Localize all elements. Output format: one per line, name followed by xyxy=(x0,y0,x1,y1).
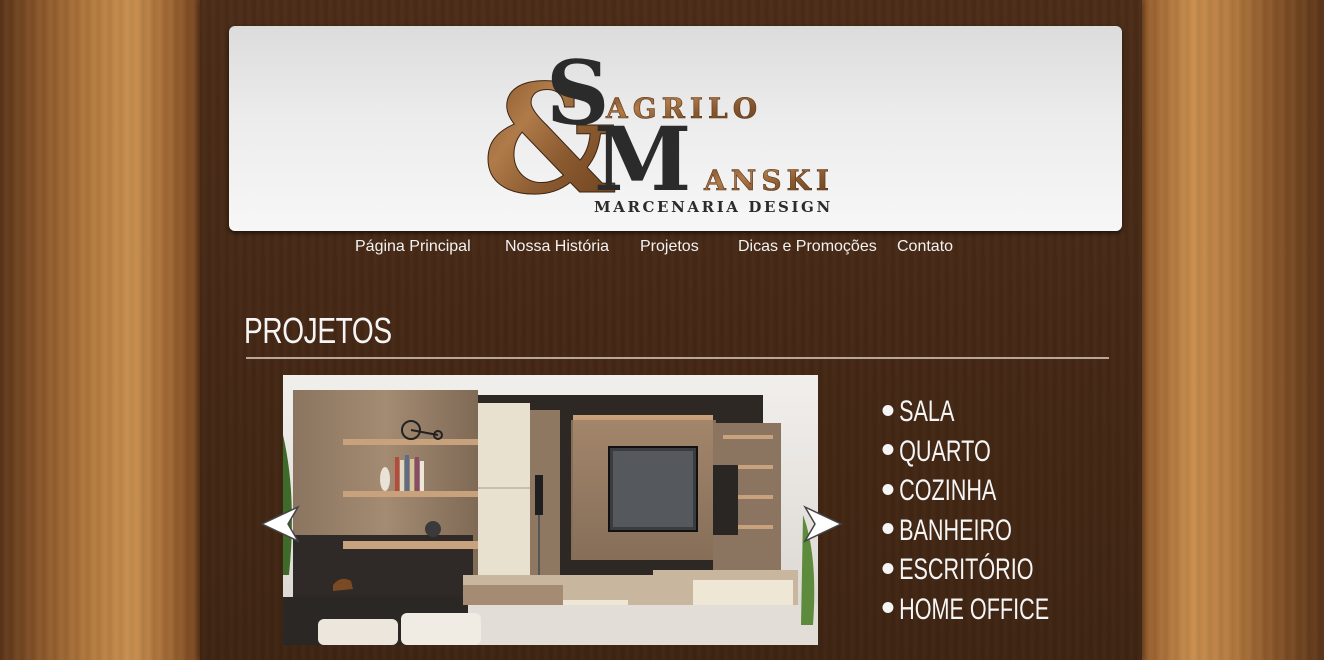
project-categories: SALA QUARTO COZINHA BANHEIRO ESCRITÓRIO … xyxy=(882,393,1113,631)
company-logo[interactable]: & S AGRILO M ANSKI MARCENARIA DESIGN xyxy=(484,42,884,217)
bullet-icon xyxy=(882,602,894,614)
nav-item-projetos[interactable]: Projetos xyxy=(640,238,699,256)
previous-arrow-icon[interactable] xyxy=(260,505,300,543)
category-cozinha[interactable]: COZINHA xyxy=(882,472,1049,512)
bullet-icon xyxy=(882,523,894,535)
page-title: PROJETOS xyxy=(244,310,392,351)
bullet-icon xyxy=(882,562,894,574)
bullet-icon xyxy=(882,444,894,456)
header-banner: & S AGRILO M ANSKI MARCENARIA DESIGN xyxy=(229,26,1122,231)
category-sala[interactable]: SALA xyxy=(882,393,1049,433)
slideshow-image xyxy=(283,375,818,645)
nav-item-nossa-historia[interactable]: Nossa História xyxy=(505,238,609,256)
logo-word-anski: ANSKI xyxy=(703,164,834,197)
category-label: QUARTO xyxy=(899,434,991,468)
next-arrow-icon[interactable] xyxy=(803,505,843,543)
category-label: SALA xyxy=(899,395,955,428)
category-label: BANHEIRO xyxy=(899,513,1012,547)
category-escritorio[interactable]: ESCRITÓRIO xyxy=(882,551,1049,591)
logo-letter-m: M xyxy=(594,107,691,211)
nav-item-dicas-e-promocoes[interactable]: Dicas e Promoções xyxy=(738,238,877,256)
category-label: HOME OFFICE xyxy=(899,592,1050,626)
main-navigation: Página Principal Nossa História Projetos… xyxy=(200,238,1142,266)
nav-item-pagina-principal[interactable]: Página Principal xyxy=(355,238,471,256)
category-label: COZINHA xyxy=(899,474,997,507)
bullet-icon xyxy=(882,404,894,416)
living-room-photo xyxy=(283,375,818,645)
nav-item-contato[interactable]: Contato xyxy=(897,238,953,256)
category-label: ESCRITÓRIO xyxy=(899,553,1034,586)
category-banheiro[interactable]: BANHEIRO xyxy=(882,512,1049,552)
category-quarto[interactable]: QUARTO xyxy=(882,433,1049,473)
page-container: & S AGRILO M ANSKI MARCENARIA DESIGN Pág… xyxy=(200,0,1142,660)
title-divider xyxy=(246,357,1109,359)
bullet-icon xyxy=(882,483,894,495)
category-home-office[interactable]: HOME OFFICE xyxy=(882,591,1050,631)
logo-tagline: MARCENARIA DESIGN xyxy=(594,198,833,216)
